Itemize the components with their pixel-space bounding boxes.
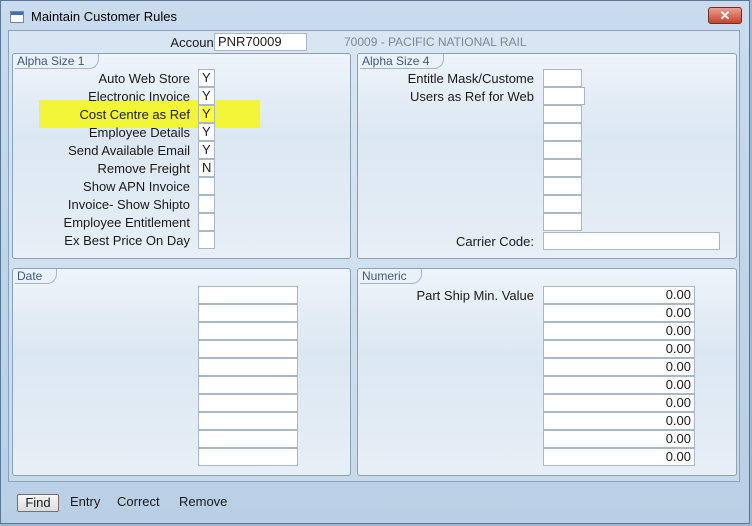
- entitle-mask-input[interactable]: [543, 69, 582, 87]
- date-field-5[interactable]: [198, 358, 298, 376]
- users-as-ref-input[interactable]: [543, 87, 585, 105]
- alpha4-field-3[interactable]: [543, 105, 582, 123]
- employee-details-input[interactable]: Y: [198, 123, 215, 141]
- cost-centre-as-ref-label: Cost Centre as Ref: [79, 107, 190, 122]
- alpha4-field-7[interactable]: [543, 177, 582, 195]
- alpha4-field-5[interactable]: [543, 141, 582, 159]
- employee-details-label: Employee Details: [88, 125, 190, 140]
- date-field-9[interactable]: [198, 430, 298, 448]
- correct-button[interactable]: Correct: [117, 494, 160, 509]
- date-panel: Date: [12, 268, 351, 476]
- employee-entitlement-input[interactable]: [198, 213, 215, 231]
- alpha-size-4-title: Alpha Size 4: [360, 54, 445, 69]
- alpha4-field-8[interactable]: [543, 195, 582, 213]
- alpha4-field-9[interactable]: [543, 213, 582, 231]
- find-button[interactable]: Find: [17, 494, 59, 512]
- electronic-invoice-input[interactable]: Y: [198, 87, 215, 105]
- auto-web-store-label: Auto Web Store: [98, 71, 190, 86]
- numeric-field-7[interactable]: 0.00: [543, 394, 695, 412]
- alpha4-field-6[interactable]: [543, 159, 582, 177]
- alpha4-field-4[interactable]: [543, 123, 582, 141]
- date-field-1[interactable]: [198, 286, 298, 304]
- date-field-2[interactable]: [198, 304, 298, 322]
- numeric-field-4[interactable]: 0.00: [543, 340, 695, 358]
- cost-centre-as-ref-input[interactable]: Y: [198, 105, 215, 123]
- electronic-invoice-label: Electronic Invoice: [88, 89, 190, 104]
- numeric-field-5[interactable]: 0.00: [543, 358, 695, 376]
- account-description: 70009 - PACIFIC NATIONAL RAIL: [344, 35, 527, 49]
- date-field-3[interactable]: [198, 322, 298, 340]
- show-apn-invoice-input[interactable]: [198, 177, 215, 195]
- numeric-field-9[interactable]: 0.00: [543, 430, 695, 448]
- auto-web-store-input[interactable]: Y: [198, 69, 215, 87]
- numeric-field-8[interactable]: 0.00: [543, 412, 695, 430]
- date-field-4[interactable]: [198, 340, 298, 358]
- title-bar: Maintain Customer Rules ✕: [1, 1, 749, 31]
- employee-entitlement-label: Employee Entitlement: [63, 215, 190, 230]
- remove-freight-input[interactable]: N: [198, 159, 215, 177]
- date-field-7[interactable]: [198, 394, 298, 412]
- users-as-ref-label: Users as Ref for Web: [409, 89, 534, 104]
- send-available-email-label: Send Available Email: [68, 143, 190, 158]
- date-title: Date: [15, 269, 58, 284]
- ex-best-price-on-day-label: Ex Best Price On Day: [64, 233, 190, 248]
- carrier-code-label: Carrier Code:: [455, 234, 534, 249]
- invoice-show-shipto-label: Invoice- Show Shipto: [67, 197, 190, 212]
- numeric-field-10[interactable]: 0.00: [543, 448, 695, 466]
- account-input[interactable]: PNR70009: [214, 33, 307, 51]
- invoice-show-shipto-input[interactable]: [198, 195, 215, 213]
- date-field-6[interactable]: [198, 376, 298, 394]
- remove-freight-label: Remove Freight: [97, 161, 190, 176]
- entitle-mask-label: Entitle Mask/Custome: [407, 71, 534, 86]
- entry-button[interactable]: Entry: [70, 494, 100, 509]
- numeric-field-2[interactable]: 0.00: [543, 304, 695, 322]
- part-ship-min-value-label: Part Ship Min. Value: [416, 288, 534, 303]
- numeric-field-1[interactable]: 0.00: [543, 286, 695, 304]
- show-apn-invoice-label: Show APN Invoice: [83, 179, 190, 194]
- numeric-field-6[interactable]: 0.00: [543, 376, 695, 394]
- ex-best-price-on-day-input[interactable]: [198, 231, 215, 249]
- date-field-8[interactable]: [198, 412, 298, 430]
- numeric-title: Numeric: [360, 269, 422, 284]
- remove-button[interactable]: Remove: [179, 494, 227, 509]
- window-title: Maintain Customer Rules: [31, 9, 177, 24]
- alpha-size-1-title: Alpha Size 1: [15, 54, 100, 69]
- numeric-field-3[interactable]: 0.00: [543, 322, 695, 340]
- close-button[interactable]: ✕: [708, 7, 742, 24]
- send-available-email-input[interactable]: Y: [198, 141, 215, 159]
- date-field-10[interactable]: [198, 448, 298, 466]
- window-app-icon: [10, 11, 24, 23]
- carrier-code-input[interactable]: [543, 232, 720, 250]
